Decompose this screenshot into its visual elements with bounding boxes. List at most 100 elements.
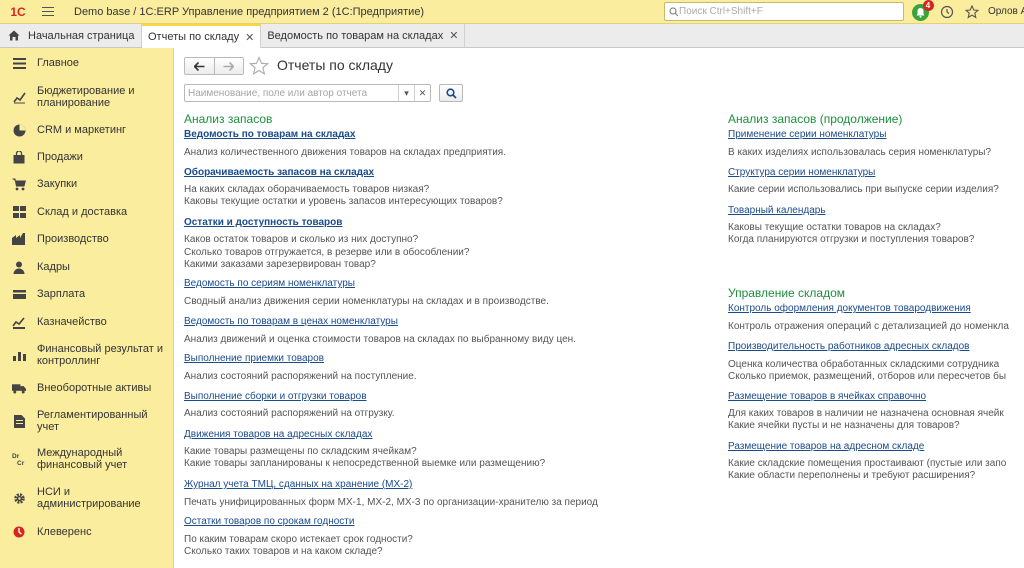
report-link[interactable]: Применение серии номенклатуры <box>728 129 886 140</box>
report-description: Какие товары размещены по складским ячей… <box>184 446 417 457</box>
search-icon <box>445 87 457 99</box>
tab-stock-statement[interactable]: Ведомость по товарам на складах ✕ <box>261 24 466 47</box>
main-menu-icon[interactable] <box>42 0 60 24</box>
sidebar-item-fixed-assets[interactable]: Внеоборотные активы <box>0 380 174 396</box>
sidebar-item-sales[interactable]: Продажи <box>0 149 174 165</box>
report-link[interactable]: Контроль оформления документов товародви… <box>728 303 971 314</box>
report-link[interactable]: Остатки товаров по срокам годности <box>184 516 354 527</box>
report-description: Сколько товаров отгружается, в резерве и… <box>184 247 470 258</box>
close-icon[interactable]: ✕ <box>245 31 254 44</box>
sidebar-item-label: НСИ и администрирование <box>37 486 141 510</box>
arrow-right-icon <box>223 61 235 71</box>
search-button[interactable] <box>439 84 463 102</box>
tab-stock-statement-label: Ведомость по товарам на складах <box>267 29 444 42</box>
sidebar-item-label: Главное <box>37 57 80 69</box>
report-description: Оценка количества обработанных складским… <box>728 359 1000 370</box>
report-description: Сколько таких товаров и на каком складе? <box>184 546 383 557</box>
report-description: Сколько приемок, размещений, отборов или… <box>728 371 1007 382</box>
pie-icon <box>12 123 26 137</box>
close-icon[interactable]: ✕ <box>449 29 458 42</box>
history-icon[interactable] <box>938 2 956 22</box>
report-description: Анализ состояний распоряжений на поступл… <box>184 371 417 382</box>
sidebar-item-purchases[interactable]: Закупки <box>0 176 174 192</box>
section-title: Анализ запасов (продолжение) <box>728 112 903 126</box>
sidebar-item-hr[interactable]: Кадры <box>0 259 174 275</box>
sidebar-item-ifrs[interactable]: Dr Cr Международный финансовый учет <box>0 446 174 472</box>
report-filter[interactable]: ▾ ✕ <box>184 84 431 102</box>
sidebar-item-label: Зарплата <box>37 288 86 300</box>
1c-logo: 1С <box>10 4 26 19</box>
sidebar-item-financial-result[interactable]: Финансовый результат и контроллинг <box>0 342 174 368</box>
sidebar-item-label: Склад и доставка <box>37 206 128 218</box>
tab-warehouse-reports-label: Отчеты по складу <box>148 31 240 43</box>
cleverence-icon <box>12 525 26 539</box>
tab-warehouse-reports[interactable]: Отчеты по складу ✕ <box>142 24 262 48</box>
cart-icon <box>12 177 26 191</box>
gear-icon <box>12 491 26 505</box>
sidebar-item-production[interactable]: Производство <box>0 231 174 247</box>
report-link[interactable]: Остатки и доступность товаров <box>184 217 342 228</box>
global-search[interactable] <box>664 2 904 21</box>
report-filter-input[interactable] <box>185 87 398 99</box>
sidebar-item-cleverence[interactable]: Клеверенс <box>0 524 174 540</box>
warehouse-icon <box>12 205 26 219</box>
sidebar-item-treasury[interactable]: Казначейство <box>0 314 174 330</box>
search-icon <box>669 6 679 16</box>
report-description: Какие области переполнены и требуют расш… <box>728 470 976 481</box>
report-link[interactable]: Ведомость по товарам в ценах номенклатур… <box>184 316 398 327</box>
report-description: Анализ движений и оценка стоимости товар… <box>184 334 576 345</box>
report-link[interactable]: Размещение товаров на адресном складе <box>728 441 924 452</box>
report-link[interactable]: Журнал учета ТМЦ, сданных на хранение (М… <box>184 479 412 490</box>
clear-icon[interactable]: ✕ <box>414 85 430 101</box>
favorite-star-icon[interactable] <box>249 56 269 76</box>
sidebar-item-crm[interactable]: CRM и маркетинг <box>0 122 174 138</box>
main-content: Отчеты по складу ▾ ✕ Анализ запасов Ведо… <box>175 48 1024 568</box>
report-description: Какие складские помещения простаивают (п… <box>728 458 1007 469</box>
report-link[interactable]: Ведомость по сериям номенклатуры <box>184 278 355 289</box>
dr-cr-icon: Dr Cr <box>12 452 26 466</box>
sidebar-item-regulated-accounting[interactable]: Регламентированный учет <box>0 408 174 434</box>
factory-icon <box>12 232 26 246</box>
report-description: По каким товарам скоро истекает срок год… <box>184 534 413 545</box>
report-description: На каких складах оборачиваемость товаров… <box>184 184 430 195</box>
sidebar-item-label: Регламентированный учет <box>37 409 148 433</box>
sidebar-item-warehouse[interactable]: Склад и доставка <box>0 204 174 220</box>
sidebar-item-budgeting[interactable]: Бюджетирование и планирование <box>0 84 174 110</box>
favorites-star-icon[interactable] <box>964 2 980 22</box>
report-link[interactable]: Производительность работников адресных с… <box>728 341 969 352</box>
report-link[interactable]: Выполнение сборки и отгрузки товаров <box>184 391 367 402</box>
report-description: Какими заказами зарезервирован товар? <box>184 259 376 270</box>
report-description: Когда планируются отгрузки и поступления… <box>728 234 975 245</box>
report-description: Каковы текущие остатки и уровень запасов… <box>184 196 503 207</box>
bag-icon <box>12 150 26 164</box>
section-title: Управление складом <box>728 286 846 300</box>
report-link[interactable]: Оборачиваемость запасов на складах <box>184 167 374 178</box>
sidebar-item-label: CRM и маркетинг <box>37 124 127 136</box>
report-link[interactable]: Движения товаров на адресных складах <box>184 429 372 440</box>
person-icon <box>12 260 26 274</box>
report-link[interactable]: Товарный календарь <box>728 205 826 216</box>
sidebar-item-label: Клеверенс <box>37 526 92 538</box>
sidebar-item-label: Внеоборотные активы <box>37 382 152 394</box>
report-description: Какие ячейки пусты и не назначены для то… <box>728 420 960 431</box>
tab-home[interactable]: Начальная страница <box>0 24 142 47</box>
sidebar-item-admin[interactable]: НСИ и администрирование <box>0 485 174 511</box>
sidebar-item-salary[interactable]: Зарплата <box>0 286 174 302</box>
app-title: Demo base / 1C:ERP Управление предприяти… <box>74 5 425 18</box>
report-link[interactable]: Размещение товаров в ячейках справочно <box>728 391 926 402</box>
forward-button[interactable] <box>213 58 243 74</box>
document-icon <box>12 414 26 428</box>
sidebar-item-label: Производство <box>37 233 109 245</box>
report-link[interactable]: Выполнение приемки товаров <box>184 353 324 364</box>
report-description: Печать унифицированных форм МХ-1, МХ-2, … <box>184 497 598 508</box>
svg-text:Dr: Dr <box>12 453 20 460</box>
global-search-input[interactable] <box>679 6 889 17</box>
user-name[interactable]: Орлов Ал <box>988 6 1024 17</box>
report-link[interactable]: Ведомость по товарам на складах <box>184 129 355 140</box>
dropdown-chevron-icon[interactable]: ▾ <box>398 85 414 101</box>
sidebar-item-main[interactable]: Главное <box>0 55 174 71</box>
report-link[interactable]: Структура серии номенклатуры <box>728 167 875 178</box>
back-button[interactable] <box>185 58 214 74</box>
bar-chart-icon <box>12 348 26 362</box>
notifications-button[interactable]: 4 <box>909 0 934 22</box>
